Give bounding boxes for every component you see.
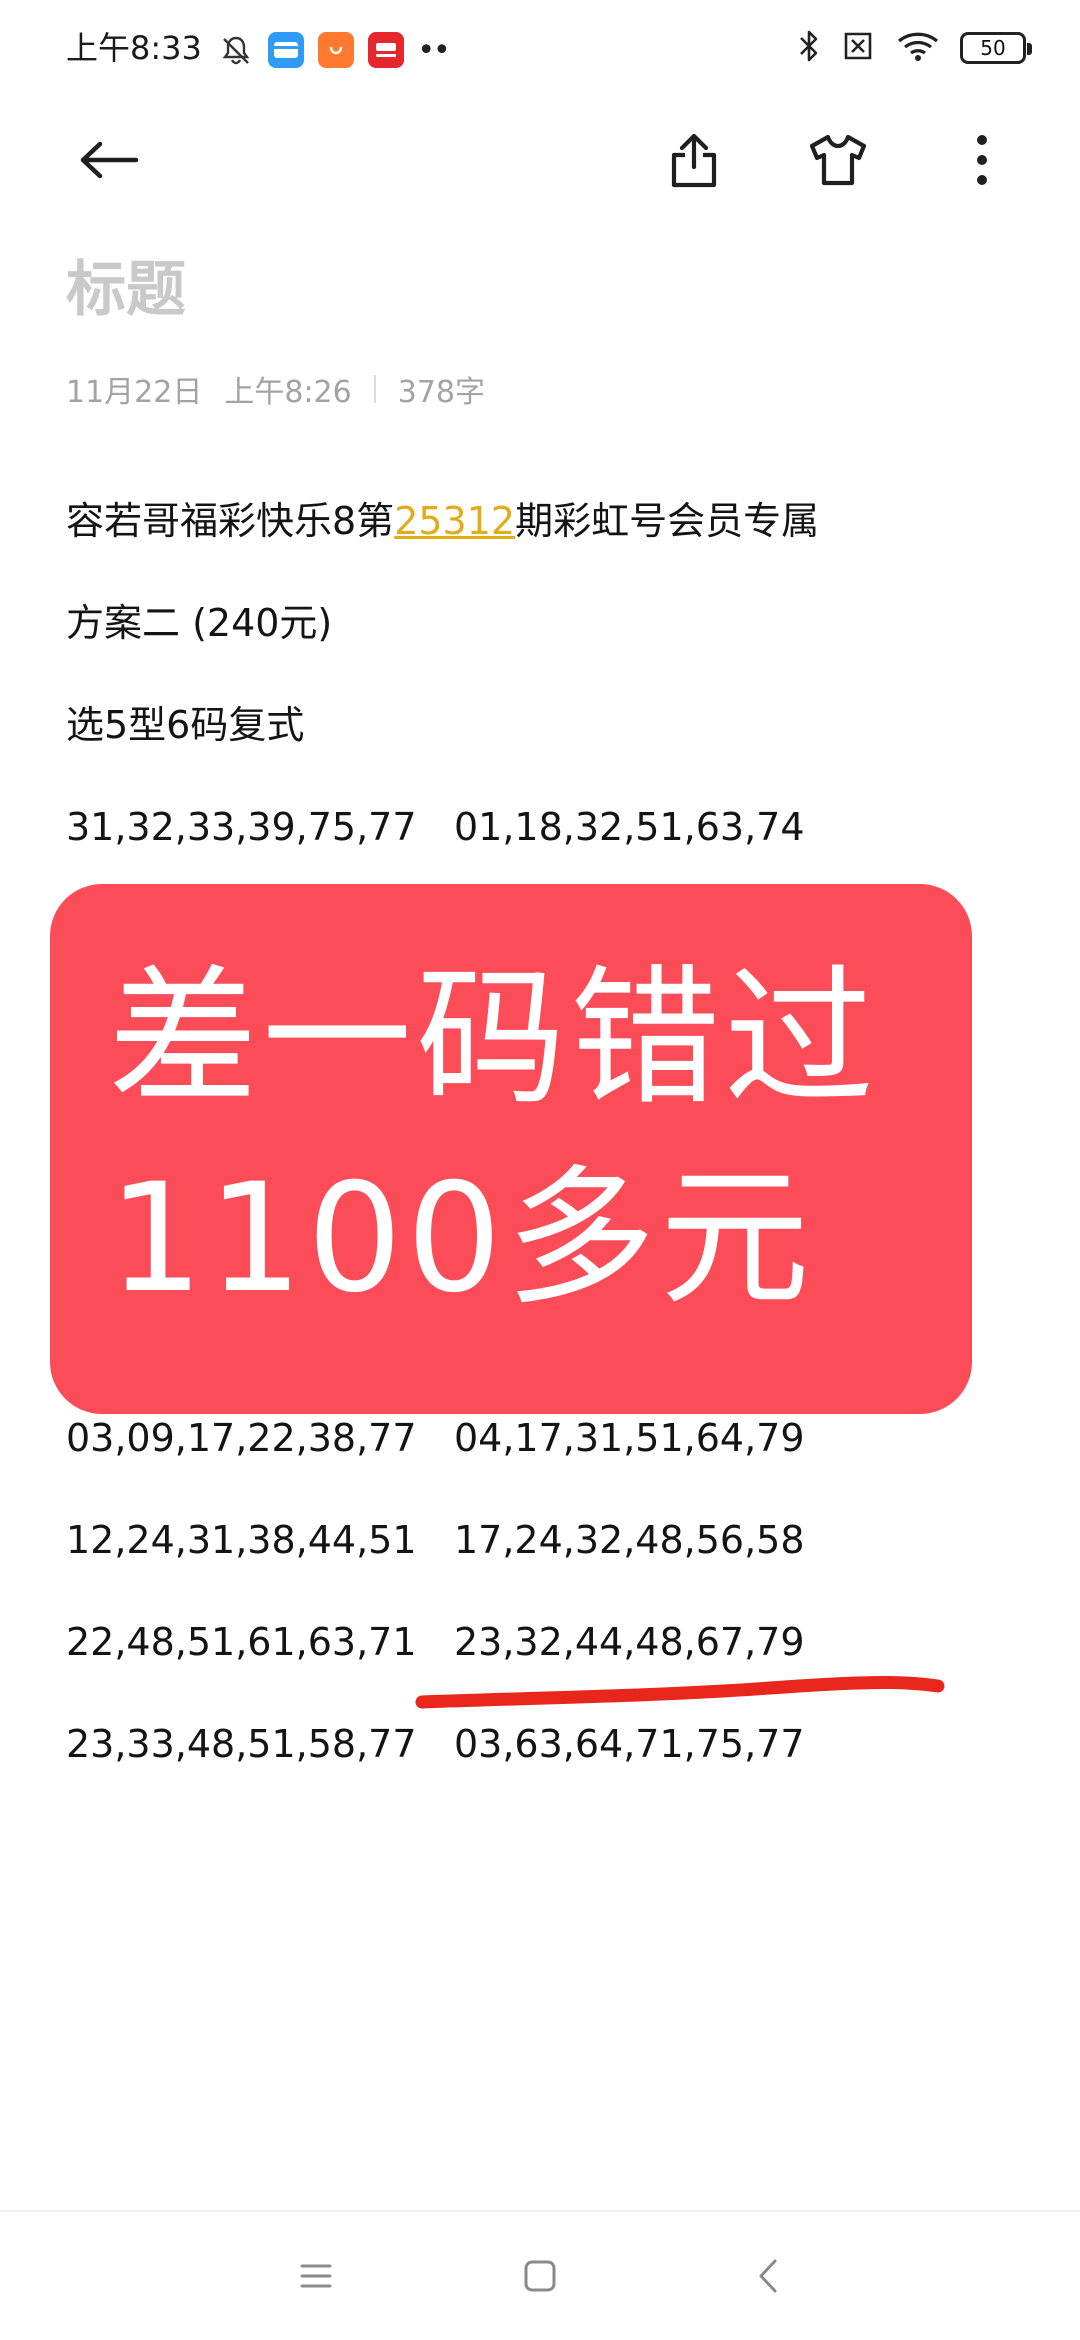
- home-button[interactable]: [510, 2246, 570, 2306]
- number-group-left: 12,24,31,38,44,51: [66, 1518, 417, 1562]
- banner-amount: 1100多元: [108, 1152, 814, 1326]
- recent-apps-button[interactable]: [286, 2246, 346, 2306]
- back-button[interactable]: [72, 124, 144, 196]
- issue-number-link[interactable]: 25312: [394, 499, 515, 543]
- number-group-left: 22,48,51,61,63,71: [66, 1620, 417, 1664]
- battery-level: 50: [980, 36, 1006, 60]
- note-title-placeholder[interactable]: 标题: [66, 252, 186, 328]
- number-group-left: 31,32,33,39,75,77: [66, 805, 417, 849]
- system-back-button[interactable]: [738, 2246, 798, 2306]
- more-vertical-icon: [977, 135, 987, 185]
- bluetooth-icon: [798, 29, 820, 67]
- share-icon: [671, 133, 717, 188]
- highlight-underline-stroke: [415, 1676, 945, 1709]
- wallet-app-icon: [268, 32, 304, 68]
- system-icons: 50: [798, 28, 1032, 68]
- note-line-plan[interactable]: 方案二 (240元): [66, 598, 332, 648]
- number-group-right: 23,32,44,48,67,79: [454, 1620, 805, 1664]
- heading-suffix: 期彩虹号会员专属: [515, 499, 820, 543]
- back-icon: [759, 2259, 777, 2293]
- status-bar: 上午8:33 •• 50: [0, 0, 1080, 100]
- number-row[interactable]: 22,48,51,61,63,71 23,32,44,48,67,79: [66, 1617, 1026, 1667]
- more-options-button[interactable]: [946, 124, 1018, 196]
- note-line-heading[interactable]: 容若哥福彩快乐8第25312期彩虹号会员专属: [66, 496, 819, 546]
- promo-banner: 差一码错过 1100多元: [50, 884, 972, 1414]
- note-meta: 11月22日 上午8:26 378字: [66, 368, 485, 410]
- number-group-right: 01,18,32,51,63,74: [454, 805, 805, 849]
- note-char-count: 378字: [397, 375, 485, 410]
- note-date: 11月22日: [66, 375, 203, 410]
- number-row[interactable]: 03,09,17,22,38,77 04,17,31,51,64,79: [66, 1413, 1026, 1463]
- number-group-left: 23,33,48,51,58,77: [66, 1722, 417, 1766]
- number-row[interactable]: 23,33,48,51,58,77 03,63,64,71,75,77: [66, 1719, 1026, 1769]
- bell-off-icon: [218, 32, 254, 68]
- back-arrow-icon: [80, 141, 138, 179]
- menu-icon: [300, 2264, 332, 2288]
- number-group-left: 03,09,17,22,38,77: [66, 1416, 417, 1460]
- note-toolbar: [0, 110, 1080, 206]
- battery-icon: 50: [960, 32, 1032, 64]
- number-row[interactable]: 31,32,33,39,75,77 01,18,32,51,63,74: [66, 802, 1026, 852]
- system-nav-bar: [0, 2212, 1080, 2340]
- wifi-icon: [896, 30, 940, 66]
- number-row[interactable]: 12,24,31,38,44,51 17,24,32,48,56,58: [66, 1515, 1026, 1565]
- theme-button[interactable]: [802, 124, 874, 196]
- banner-headline: 差一码错过: [108, 952, 879, 1126]
- number-group-right: 17,24,32,48,56,58: [454, 1518, 805, 1562]
- number-group-right: 04,17,31,51,64,79: [454, 1416, 805, 1460]
- note-time: 上午8:26: [224, 375, 352, 410]
- more-notifications-indicator: ••: [417, 32, 450, 68]
- red-app-icon: [368, 32, 404, 68]
- meta-divider: [373, 375, 376, 403]
- status-time: 上午8:33: [66, 29, 202, 67]
- shop-app-icon: [318, 32, 354, 68]
- notification-icons: ••: [218, 30, 451, 70]
- no-sim-icon: [840, 31, 876, 65]
- share-button[interactable]: [658, 124, 730, 196]
- home-icon: [524, 2260, 556, 2292]
- note-line-type[interactable]: 选5型6码复式: [66, 700, 304, 750]
- heading-prefix: 容若哥福彩快乐8第: [66, 499, 395, 543]
- theme-shirt-icon: [809, 134, 867, 186]
- number-group-right: 03,63,64,71,75,77: [454, 1722, 805, 1766]
